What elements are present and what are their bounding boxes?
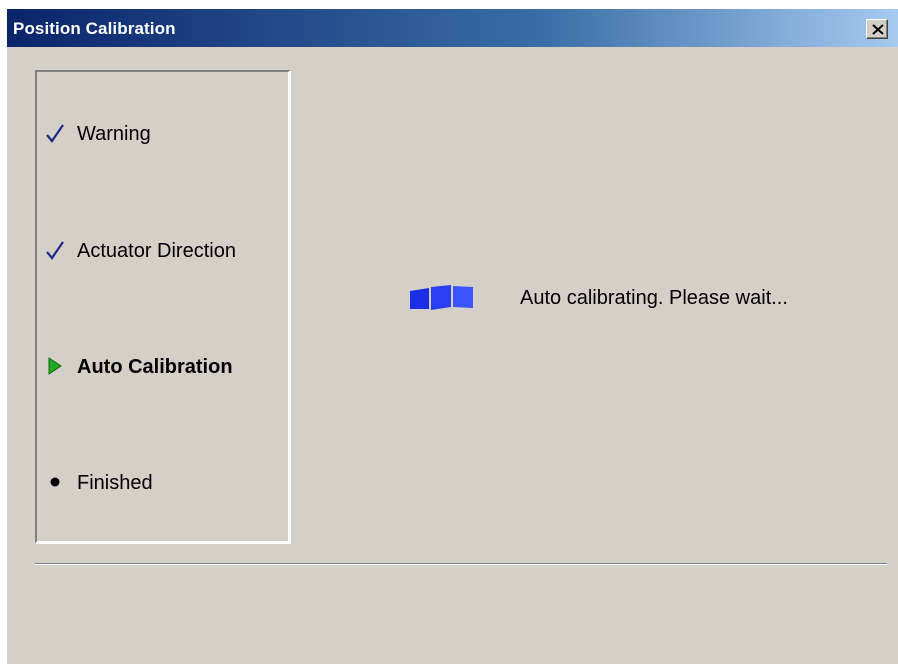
step-label-auto-calibration: Auto Calibration	[77, 356, 233, 378]
step-auto-calibration: Auto Calibration	[37, 351, 287, 381]
close-icon	[872, 24, 884, 35]
step-label-finished: Finished	[77, 472, 153, 494]
checkmark-icon	[46, 124, 64, 143]
step-label-warning: Warning	[77, 123, 151, 145]
close-button[interactable]	[866, 19, 888, 39]
title-bar[interactable]: Position Calibration	[7, 9, 898, 47]
step-warning: Warning	[37, 118, 287, 148]
status-area: Auto calibrating. Please wait...	[407, 281, 877, 321]
step-label-actuator-direction: Actuator Direction	[77, 240, 236, 262]
bullet-icon	[50, 477, 60, 487]
separator	[35, 563, 887, 565]
arrow-right-icon	[48, 357, 62, 375]
progress-icon	[410, 285, 473, 310]
steps-panel: Warning Actuator Direction Auto Calibrat…	[35, 70, 291, 544]
step-finished: Finished	[37, 467, 287, 497]
step-actuator-direction: Actuator Direction	[37, 235, 287, 265]
dialog-window: Position Calibration Warning Actuator Di…	[6, 8, 898, 664]
checkmark-icon	[46, 241, 64, 260]
status-message: Auto calibrating. Please wait...	[520, 287, 788, 309]
window-title: Position Calibration	[13, 19, 176, 38]
